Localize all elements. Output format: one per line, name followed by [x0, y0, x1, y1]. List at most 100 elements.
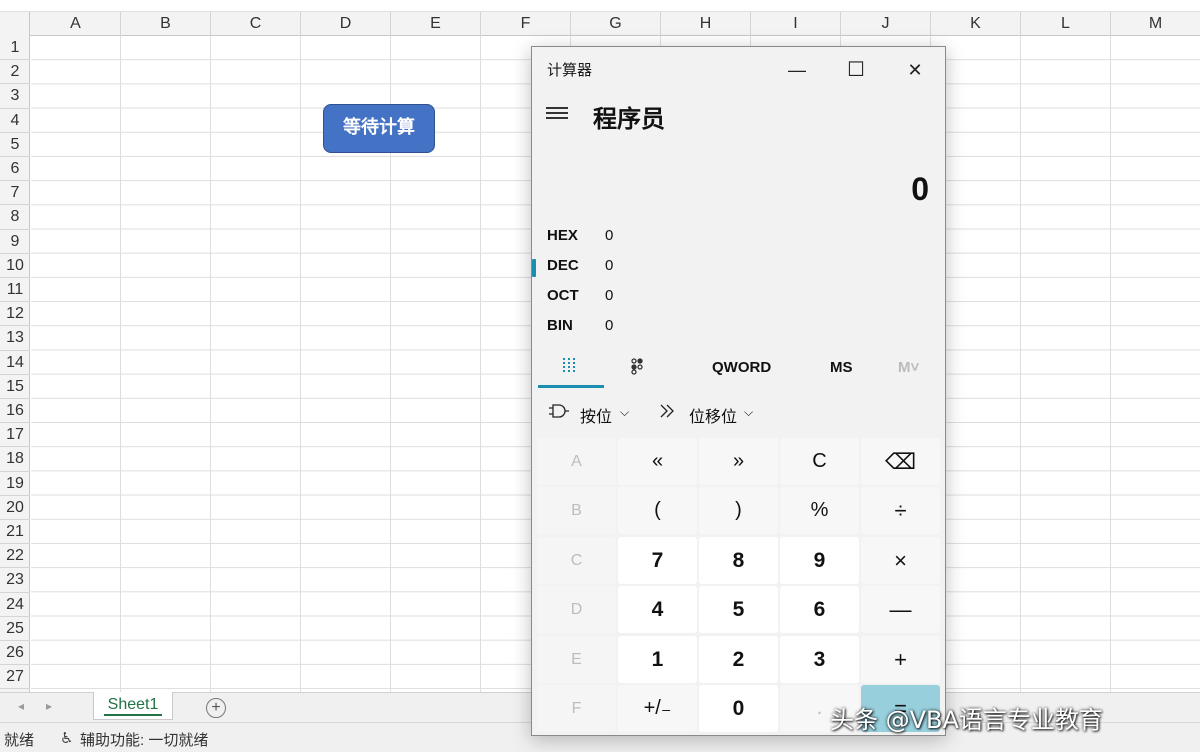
key-negate[interactable]: +/₋ — [618, 685, 697, 732]
key-backspace[interactable]: ⌫ — [861, 438, 940, 485]
row-header[interactable]: 5 — [0, 133, 30, 157]
screen: ABCDEFGHIJKLM 1 2 3 4 5 6 7 8 9 10 11 12 13 14 15 16 17 1… — [0, 0, 1200, 752]
active-tab-underline — [538, 385, 604, 388]
row-header[interactable]: 18 — [0, 447, 30, 472]
word-size-button[interactable]: QWORD — [712, 359, 771, 376]
key-0[interactable]: 0 — [699, 685, 778, 732]
sheet-tab-sheet1[interactable]: Sheet1 — [93, 692, 173, 720]
row-header[interactable]: 27 — [0, 665, 30, 690]
status-accessibility[interactable]: 辅助功能: 一切就绪 — [80, 729, 208, 750]
key-7[interactable]: 7 — [618, 536, 697, 584]
next-sheet-icon[interactable]: ▸ — [46, 699, 52, 713]
row-header[interactable]: 26 — [0, 641, 30, 666]
logic-gate-icon — [548, 403, 570, 424]
key-d[interactable]: D — [537, 586, 616, 634]
row-header[interactable]: 12 — [0, 302, 30, 327]
wait-calc-shape-button[interactable]: 等待计算 — [323, 104, 435, 153]
row-header[interactable]: 15 — [0, 375, 30, 399]
column-header[interactable]: F — [481, 12, 571, 36]
key-5[interactable]: 5 — [699, 586, 778, 634]
bit-toggle-icon[interactable] — [630, 357, 646, 379]
row-header[interactable]: 2 — [0, 60, 30, 85]
row-header[interactable]: 7 — [0, 181, 30, 206]
column-header[interactable]: B — [121, 12, 211, 36]
status-ready: 就绪 — [4, 732, 35, 749]
row-header[interactable]: 8 — [0, 205, 30, 230]
key-3[interactable]: 3 — [780, 635, 859, 683]
key-c[interactable]: C — [537, 536, 616, 584]
key-divide[interactable]: ÷ — [861, 487, 940, 535]
row-header[interactable]: 25 — [0, 617, 30, 641]
column-header[interactable]: L — [1021, 12, 1111, 36]
key-f[interactable]: F — [537, 685, 616, 732]
row-header[interactable]: 11 — [0, 278, 30, 303]
row-header[interactable]: 16 — [0, 399, 30, 424]
watermark: 头条 @VBA语言专业教育 — [830, 706, 1103, 734]
column-header[interactable]: E — [391, 12, 481, 36]
bit-shift-dropdown[interactable]: 位移位 — [689, 403, 737, 427]
key-9[interactable]: 9 — [780, 536, 859, 584]
minimize-icon[interactable]: — — [774, 51, 820, 91]
row-header[interactable]: 6 — [0, 157, 30, 182]
mode-title: 程序员 — [593, 106, 665, 133]
column-header[interactable]: M — [1111, 12, 1200, 36]
row-header[interactable]: 17 — [0, 423, 30, 448]
base-value: 0 — [605, 227, 614, 244]
key-4[interactable]: 4 — [618, 586, 697, 634]
column-header[interactable]: H — [661, 12, 751, 36]
key-clear[interactable]: C — [780, 438, 859, 485]
key-b[interactable]: B — [537, 487, 616, 535]
row-header[interactable]: 10 — [0, 254, 30, 278]
bitwise-dropdown[interactable]: 按位 — [580, 403, 612, 427]
row-header[interactable]: 23 — [0, 568, 30, 593]
row-header[interactable]: 19 — [0, 472, 30, 496]
add-sheet-icon[interactable]: + — [206, 698, 226, 718]
base-value: 0 — [605, 257, 614, 274]
key-8[interactable]: 8 — [699, 536, 778, 584]
row-header[interactable]: 1 — [0, 36, 30, 61]
key-1[interactable]: 1 — [618, 635, 697, 683]
row-header[interactable]: 3 — [0, 84, 30, 109]
memory-store-button[interactable]: MS — [830, 359, 853, 376]
column-header[interactable]: D — [301, 12, 391, 36]
key-modulo[interactable]: % — [780, 487, 859, 535]
key-e[interactable]: E — [537, 635, 616, 683]
row-header[interactable]: 20 — [0, 496, 30, 520]
key-6[interactable]: 6 — [780, 586, 859, 634]
column-header[interactable]: A — [31, 12, 121, 36]
key-open-paren[interactable]: ( — [618, 487, 697, 535]
hamburger-menu-icon[interactable] — [546, 107, 568, 121]
key-2[interactable]: 2 — [699, 635, 778, 683]
key-a[interactable]: A — [537, 438, 616, 485]
base-label: BIN — [547, 317, 573, 334]
calculator-window: 计算器 — ☐ ✕ 程序员 0 HEX 0 DEC 0 OCT 0 BIN 0 — [531, 46, 946, 736]
maximize-icon[interactable]: ☐ — [833, 51, 879, 91]
bit-shift-icon — [658, 403, 678, 426]
column-header[interactable]: I — [751, 12, 841, 36]
row-header[interactable]: 13 — [0, 326, 30, 351]
column-header[interactable]: G — [571, 12, 661, 36]
key-multiply[interactable]: × — [861, 536, 940, 584]
column-header[interactable]: C — [211, 12, 301, 36]
memory-view-button[interactable]: M˅ — [898, 359, 919, 376]
key-close-paren[interactable]: ) — [699, 487, 778, 535]
column-header[interactable]: J — [841, 12, 931, 36]
keypad-icon[interactable] — [562, 357, 578, 379]
row-header[interactable]: 14 — [0, 351, 30, 375]
row-header[interactable]: 4 — [0, 109, 30, 133]
prev-sheet-icon[interactable]: ◂ — [18, 699, 24, 713]
row-header[interactable]: 22 — [0, 544, 30, 569]
row-header[interactable]: 9 — [0, 230, 30, 254]
row-header[interactable]: 21 — [0, 520, 30, 545]
base-label: DEC — [547, 257, 579, 274]
key-shift-left[interactable]: « — [618, 438, 697, 485]
column-header[interactable]: K — [931, 12, 1021, 36]
key-shift-right[interactable]: » — [699, 438, 778, 485]
chevron-down-icon: ⌵ — [744, 405, 754, 419]
row-header[interactable]: 24 — [0, 593, 30, 617]
key-subtract[interactable]: — — [861, 586, 940, 634]
accessibility-icon[interactable]: ♿ — [60, 729, 73, 747]
select-all-corner[interactable] — [0, 12, 30, 36]
close-icon[interactable]: ✕ — [892, 51, 938, 91]
key-add[interactable]: + — [861, 635, 940, 683]
